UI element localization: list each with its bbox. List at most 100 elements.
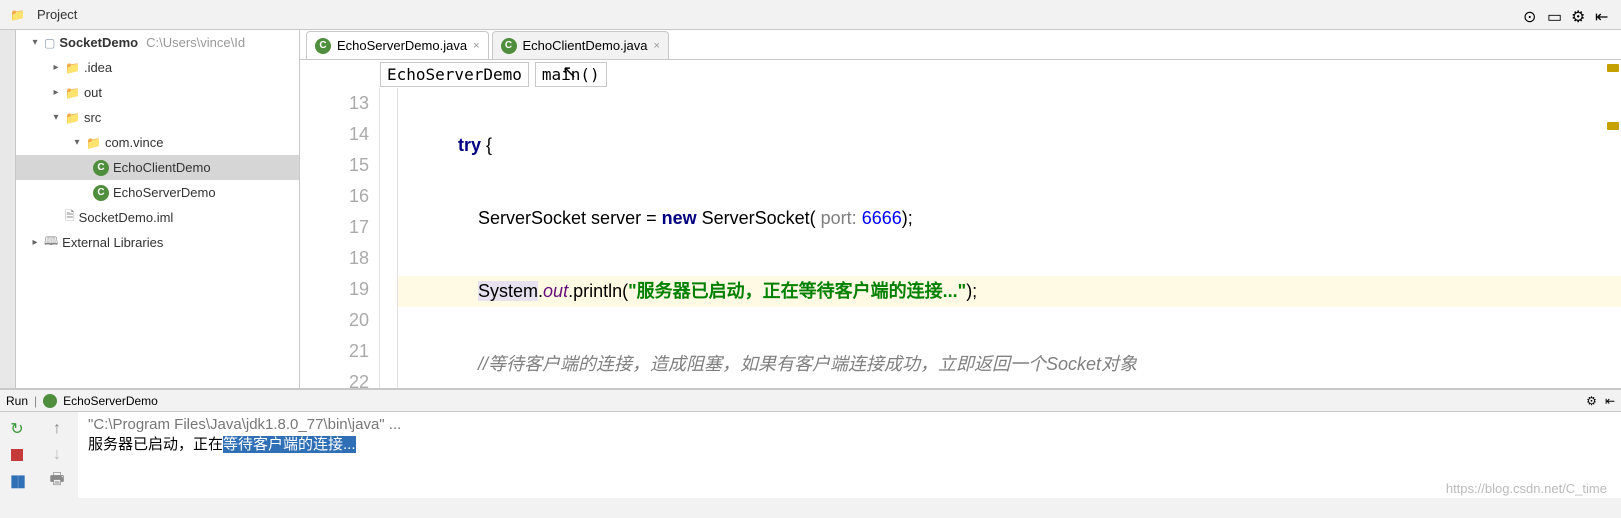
tab-server[interactable]: C EchoServerDemo.java × [306, 31, 489, 59]
hide-icon[interactable]: ⇤ [1605, 394, 1615, 408]
package-icon: 📁 [86, 136, 101, 150]
line-number: 18 [300, 243, 369, 274]
gear-icon[interactable]: ⚙ [1571, 7, 1587, 23]
line-number: 21 [300, 336, 369, 367]
run-header: Run | EchoServerDemo ⚙ ⇤ [0, 390, 1621, 412]
console-text: 服务器已启动，正在 [88, 436, 223, 453]
tree-root-label: SocketDemo [59, 35, 138, 50]
editor-marker-stripe[interactable] [1605, 58, 1619, 388]
project-sidebar: ▾ ▢ SocketDemo C:\Users\vince\Id ▸ 📁 .id… [16, 30, 300, 388]
crumb-method[interactable]: main() [535, 62, 607, 87]
top-toolbar: 📁 Project ⊙ ▭ ⚙ ⇤ [0, 0, 1621, 30]
folder-icon: 📁 [65, 86, 80, 100]
tree-src[interactable]: ▾ 📁 src [16, 105, 299, 130]
breadcrumb: EchoServerDemo main() [300, 60, 1621, 88]
editor-tabs: C EchoServerDemo.java × C EchoClientDemo… [300, 30, 1621, 60]
line-number: 15 [300, 150, 369, 181]
tree-idea[interactable]: ▸ 📁 .idea [16, 55, 299, 80]
class-icon: C [93, 160, 109, 176]
console-line: 服务器已启动，正在等待客户端的连接... [88, 433, 1611, 454]
tree-item-label: com.vince [105, 135, 164, 150]
rerun-button[interactable]: ↻ [6, 418, 28, 440]
class-icon: C [501, 38, 517, 54]
tree-iml[interactable]: 🗎 SocketDemo.iml [16, 205, 299, 230]
code-comment: //等待客户端的连接，造成阻塞，如果有客户端连接成功，立即返回一个Socket对… [478, 354, 1137, 374]
module-icon: ▢ [44, 36, 55, 50]
line-number: 22 [300, 367, 369, 388]
tab-label: EchoClientDemo.java [523, 38, 648, 53]
run-tool-window: Run | EchoServerDemo ⚙ ⇤ ↻ ↑ ↓ ▮▮ 🖶 "C:\… [0, 388, 1621, 498]
tree-item-label: External Libraries [62, 235, 163, 250]
file-icon: 🗎 [65, 207, 75, 228]
warning-marker[interactable] [1607, 64, 1619, 72]
line-gutter: 13 14 15 16 17 18 19 20 21 22 [300, 88, 380, 388]
target-icon[interactable]: ⊙ [1523, 7, 1539, 23]
folder-icon: 📁 [65, 61, 80, 75]
tree-item-label: EchoServerDemo [113, 185, 216, 200]
hide-icon[interactable]: ⇤ [1595, 7, 1611, 23]
left-tool-stripe[interactable] [0, 30, 16, 388]
run-toolbar: ↻ ↑ ↓ ▮▮ 🖶 [0, 412, 78, 498]
chevron-right-icon[interactable]: ▸ [51, 87, 61, 98]
folder-icon: 📁 [10, 8, 25, 22]
chevron-right-icon[interactable]: ▸ [51, 62, 61, 73]
tree-root[interactable]: ▾ ▢ SocketDemo C:\Users\vince\Id [16, 30, 299, 55]
code-text: .println( [568, 281, 628, 301]
console-selection: 等待客户端的连接... [223, 436, 356, 453]
line-number: 16 [300, 181, 369, 212]
line-number: 13 [300, 88, 369, 119]
watermark: https://blog.csdn.net/C_time [1446, 481, 1607, 496]
tab-label: EchoServerDemo.java [337, 38, 467, 53]
tab-client[interactable]: C EchoClientDemo.java × [492, 31, 669, 59]
source-folder-icon: 📁 [65, 111, 80, 125]
fold-gutter[interactable] [380, 88, 398, 388]
stop-button[interactable] [6, 444, 28, 466]
tree-item-label: .idea [84, 60, 112, 75]
tree-package[interactable]: ▾ 📁 com.vince [16, 130, 299, 155]
code-keyword: new [662, 208, 697, 228]
line-number: 17 [300, 212, 369, 243]
chevron-right-icon[interactable]: ▸ [30, 237, 40, 248]
scroll-up-button[interactable]: ↑ [46, 418, 68, 440]
code-editor[interactable]: 13 14 15 16 17 18 19 20 21 22 try { Serv… [300, 88, 1621, 388]
crumb-class[interactable]: EchoServerDemo [380, 62, 529, 87]
tree-file-client[interactable]: C EchoClientDemo [16, 155, 299, 180]
run-config-name: EchoServerDemo [63, 394, 158, 408]
inlay-hint: port: [821, 208, 857, 228]
close-icon[interactable]: × [473, 40, 479, 52]
tree-out[interactable]: ▸ 📁 out [16, 80, 299, 105]
chevron-down-icon[interactable]: ▾ [51, 112, 61, 123]
print-button[interactable]: 🖶 [46, 470, 68, 492]
code-text: ServerSocket( [697, 208, 821, 228]
code-number: 6666 [857, 208, 902, 228]
warning-marker[interactable] [1607, 122, 1619, 130]
code-content[interactable]: try { ServerSocket server = new ServerSo… [398, 88, 1621, 388]
scroll-down-button[interactable]: ↓ [46, 444, 68, 466]
code-text: ServerSocket server = [478, 208, 662, 228]
project-tree[interactable]: ▾ ▢ SocketDemo C:\Users\vince\Id ▸ 📁 .id… [16, 30, 299, 388]
project-label: Project [37, 7, 77, 22]
chevron-down-icon[interactable]: ▾ [30, 37, 40, 48]
tree-file-server[interactable]: C EchoServerDemo [16, 180, 299, 205]
tree-item-label: SocketDemo.iml [79, 210, 174, 225]
chevron-down-icon[interactable]: ▾ [72, 137, 82, 148]
tree-item-label: EchoClientDemo [113, 160, 211, 175]
run-title: Run [6, 394, 28, 408]
tree-item-label: src [84, 110, 101, 125]
close-icon[interactable]: × [654, 40, 660, 52]
code-keyword: try [458, 135, 481, 155]
code-text: System [478, 281, 538, 301]
tree-ext-libs[interactable]: ▸ 🕮 External Libraries [16, 230, 299, 255]
class-icon: C [93, 185, 109, 201]
class-icon: C [315, 38, 331, 54]
gear-icon[interactable]: ⚙ [1586, 394, 1597, 408]
run-console[interactable]: "C:\Program Files\Java\jdk1.8.0_77\bin\j… [78, 412, 1621, 498]
console-line: "C:\Program Files\Java\jdk1.8.0_77\bin\j… [88, 416, 1611, 433]
code-text: ); [902, 208, 913, 228]
code-text: ); [966, 281, 977, 301]
line-number: 14 [300, 119, 369, 150]
collapse-icon[interactable]: ▭ [1547, 7, 1563, 23]
pause-button[interactable]: ▮▮ [6, 470, 28, 492]
tree-root-path: C:\Users\vince\Id [146, 35, 245, 50]
tree-item-label: out [84, 85, 102, 100]
